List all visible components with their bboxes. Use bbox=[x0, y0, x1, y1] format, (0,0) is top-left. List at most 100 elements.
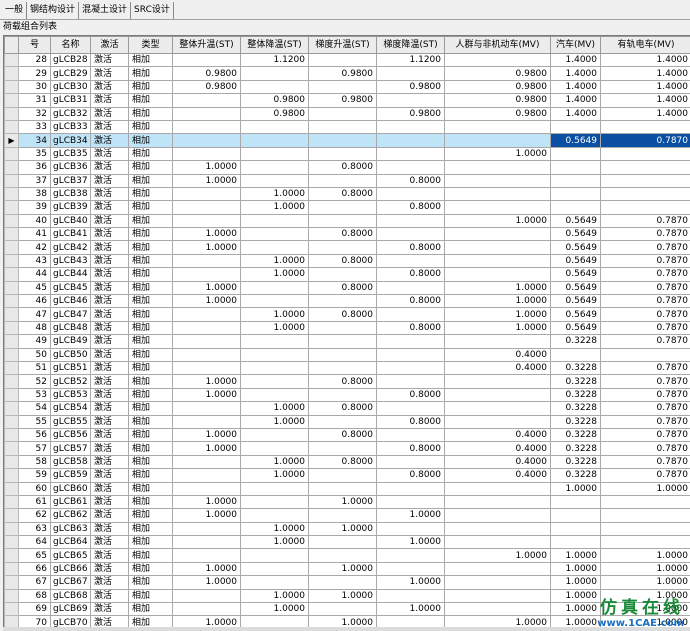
cell-no[interactable]: 52 bbox=[18, 374, 51, 389]
cell-uniform-heat[interactable] bbox=[172, 93, 241, 108]
cell-type[interactable]: 相加 bbox=[128, 106, 173, 121]
cell-active[interactable]: 激活 bbox=[90, 427, 129, 443]
cell-crowd-bicycle[interactable] bbox=[444, 374, 551, 389]
cell-crowd-bicycle[interactable]: 0.4000 bbox=[444, 427, 551, 443]
cell-gradient-cool[interactable] bbox=[376, 213, 445, 229]
cell-no[interactable]: 37 bbox=[18, 173, 51, 188]
cell-no[interactable]: 61 bbox=[18, 494, 51, 510]
cell-gradient-heat[interactable] bbox=[308, 481, 377, 496]
cell-vehicle[interactable]: 0.5649 bbox=[550, 253, 601, 269]
cell-name[interactable]: gLCB68 bbox=[50, 588, 91, 604]
cell-type[interactable]: 相加 bbox=[128, 588, 173, 604]
cell-crowd-bicycle[interactable] bbox=[444, 186, 551, 202]
cell-active[interactable]: 激活 bbox=[90, 360, 129, 376]
cell-uniform-cool[interactable]: 1.0000 bbox=[240, 186, 309, 202]
cell-type[interactable]: 相加 bbox=[128, 561, 173, 577]
row-selector[interactable] bbox=[4, 119, 19, 135]
cell-crowd-bicycle[interactable] bbox=[444, 119, 551, 135]
cell-uniform-cool[interactable]: 1.0000 bbox=[240, 521, 309, 537]
table-row[interactable]: 58 gLCB58 激活 相加 1.0000 0.8000 0.4000 0.3228 0.78… bbox=[4, 454, 690, 470]
cell-no[interactable]: 55 bbox=[18, 414, 51, 429]
cell-vehicle[interactable]: 0.3228 bbox=[550, 360, 601, 376]
row-selector[interactable] bbox=[4, 106, 19, 121]
cell-vehicle[interactable]: 0.5649 bbox=[550, 320, 601, 336]
cell-active[interactable]: 激活 bbox=[90, 66, 129, 81]
cell-uniform-heat[interactable]: 1.0000 bbox=[172, 387, 241, 403]
cell-type[interactable]: 相加 bbox=[128, 213, 173, 229]
cell-name[interactable]: gLCB43 bbox=[50, 253, 91, 269]
cell-tram[interactable] bbox=[600, 508, 690, 523]
cell-active[interactable]: 激活 bbox=[90, 160, 129, 175]
table-row[interactable]: 68 gLCB68 激活 相加 1.0000 1.0000 1.0000 1.0000 bbox=[4, 588, 690, 604]
table-row[interactable]: 50 gLCB50 激活 相加 0.4000 bbox=[4, 347, 690, 362]
current-row-marker-icon[interactable]: ▶ bbox=[4, 133, 19, 148]
row-selector[interactable] bbox=[4, 588, 19, 604]
cell-crowd-bicycle[interactable] bbox=[444, 602, 551, 617]
cell-type[interactable]: 相加 bbox=[128, 133, 173, 148]
cell-active[interactable]: 激活 bbox=[90, 508, 129, 523]
cell-uniform-cool[interactable] bbox=[240, 334, 309, 349]
cell-uniform-heat[interactable] bbox=[172, 119, 241, 135]
cell-gradient-cool[interactable]: 0.8000 bbox=[376, 387, 445, 403]
table-row[interactable]: 36 gLCB36 激活 相加 1.0000 0.8000 bbox=[4, 160, 690, 175]
cell-gradient-cool[interactable]: 1.0000 bbox=[376, 575, 445, 590]
cell-tram[interactable] bbox=[600, 160, 690, 175]
cell-active[interactable]: 激活 bbox=[90, 414, 129, 429]
cell-gradient-cool[interactable] bbox=[376, 494, 445, 510]
cell-vehicle[interactable] bbox=[550, 535, 601, 550]
cell-uniform-heat[interactable] bbox=[172, 481, 241, 496]
row-selector[interactable] bbox=[4, 414, 19, 429]
table-row[interactable]: 59 gLCB59 激活 相加 1.0000 0.8000 0.4000 0.3228 0.78… bbox=[4, 468, 690, 483]
cell-uniform-heat[interactable] bbox=[172, 454, 241, 470]
table-row[interactable]: 37 gLCB37 激活 相加 1.0000 0.8000 bbox=[4, 173, 690, 188]
cell-type[interactable]: 相加 bbox=[128, 320, 173, 336]
cell-gradient-heat[interactable] bbox=[308, 79, 377, 95]
cell-gradient-heat[interactable] bbox=[308, 146, 377, 162]
cell-uniform-heat[interactable] bbox=[172, 521, 241, 537]
cell-no[interactable]: 53 bbox=[18, 387, 51, 403]
cell-tram[interactable]: 0.7870 bbox=[600, 427, 690, 443]
table-row[interactable]: 33 gLCB33 激活 相加 bbox=[4, 119, 690, 135]
cell-name[interactable]: gLCB30 bbox=[50, 79, 91, 95]
cell-uniform-cool[interactable]: 1.0000 bbox=[240, 414, 309, 429]
cell-no[interactable]: 46 bbox=[18, 294, 51, 309]
cell-active[interactable]: 激活 bbox=[90, 79, 129, 95]
cell-name[interactable]: gLCB29 bbox=[50, 66, 91, 81]
cell-uniform-cool[interactable] bbox=[240, 508, 309, 523]
cell-vehicle[interactable]: 1.0000 bbox=[550, 561, 601, 577]
table-row[interactable]: 51 gLCB51 激活 相加 0.4000 0.3228 0.7870 bbox=[4, 360, 690, 376]
cell-gradient-cool[interactable]: 0.8000 bbox=[376, 468, 445, 483]
cell-vehicle[interactable]: 0.5649 bbox=[550, 280, 601, 296]
cell-gradient-cool[interactable]: 1.1200 bbox=[376, 52, 445, 68]
cell-tram[interactable]: 1.4000 bbox=[600, 52, 690, 68]
cell-no[interactable]: 54 bbox=[18, 401, 51, 416]
cell-gradient-cool[interactable]: 0.8000 bbox=[376, 267, 445, 282]
row-selector[interactable] bbox=[4, 494, 19, 510]
cell-uniform-heat[interactable] bbox=[172, 401, 241, 416]
cell-active[interactable]: 激活 bbox=[90, 200, 129, 215]
cell-type[interactable]: 相加 bbox=[128, 414, 173, 429]
cell-active[interactable]: 激活 bbox=[90, 52, 129, 68]
cell-vehicle[interactable]: 0.3228 bbox=[550, 468, 601, 483]
cell-no[interactable]: 36 bbox=[18, 160, 51, 175]
cell-uniform-heat[interactable] bbox=[172, 200, 241, 215]
cell-name[interactable]: gLCB57 bbox=[50, 441, 91, 456]
cell-vehicle[interactable]: 1.4000 bbox=[550, 79, 601, 95]
cell-type[interactable]: 相加 bbox=[128, 548, 173, 563]
cell-crowd-bicycle[interactable] bbox=[444, 160, 551, 175]
cell-uniform-cool[interactable] bbox=[240, 427, 309, 443]
cell-no[interactable]: 57 bbox=[18, 441, 51, 456]
cell-crowd-bicycle[interactable] bbox=[444, 253, 551, 269]
table-row[interactable]: 54 gLCB54 激活 相加 1.0000 0.8000 0.3228 0.7870 bbox=[4, 401, 690, 416]
cell-vehicle[interactable]: 0.5649 bbox=[550, 213, 601, 229]
cell-gradient-cool[interactable]: 0.9800 bbox=[376, 106, 445, 121]
table-row[interactable]: 29 gLCB29 激活 相加 0.9800 0.9800 0.9800 1.4000 1.40… bbox=[4, 66, 690, 81]
cell-vehicle[interactable] bbox=[550, 173, 601, 188]
cell-crowd-bicycle[interactable]: 0.4000 bbox=[444, 441, 551, 456]
cell-gradient-cool[interactable] bbox=[376, 401, 445, 416]
cell-crowd-bicycle[interactable]: 0.9800 bbox=[444, 79, 551, 95]
cell-crowd-bicycle[interactable] bbox=[444, 535, 551, 550]
cell-gradient-heat[interactable] bbox=[308, 468, 377, 483]
cell-no[interactable]: 45 bbox=[18, 280, 51, 296]
cell-vehicle[interactable]: 1.0000 bbox=[550, 548, 601, 563]
